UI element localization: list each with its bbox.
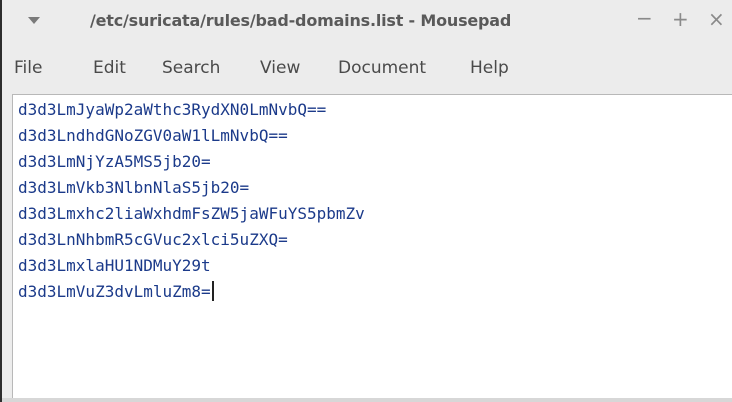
minimize-button[interactable]: − [636,8,653,28]
menu-document[interactable]: Document [338,58,426,78]
editor-line[interactable]: d3d3LndhdGNoZGV0aW1lLmNvbQ== [18,123,732,149]
menu-search[interactable]: Search [162,58,220,78]
line-text: d3d3LndhdGNoZGV0aW1lLmNvbQ== [18,126,288,145]
line-text: d3d3LmVkb3NlbnNlaS5jb20= [18,178,250,197]
menu-file[interactable]: File [14,58,42,78]
editor-line[interactable]: d3d3LmJyaWp2aWthc3RydXN0LmNvbQ== [18,97,732,123]
title-bar[interactable]: /etc/suricata/rules/bad-domains.list - M… [2,0,732,46]
line-text: d3d3LmNjYzA5MS5jb20= [18,152,211,171]
menu-help[interactable]: Help [470,58,509,78]
menu-view[interactable]: View [260,58,300,78]
line-text: d3d3LmxlaHU1NDMuY29t [18,256,211,275]
text-editor-area[interactable]: d3d3LmJyaWp2aWthc3RydXN0LmNvbQ== d3d3Lnd… [12,94,732,398]
line-text: d3d3LmJyaWp2aWthc3RydXN0LmNvbQ== [18,100,327,119]
editor-line[interactable]: d3d3LmxlaHU1NDMuY29t [18,253,732,279]
maximize-button[interactable]: + [672,9,689,29]
line-text: d3d3LnNhbmR5cGVuc2xlci5uZXQ= [18,230,288,249]
line-text: d3d3Lmxhc2liaWxhdmFsZW5jaWFuYS5pbmZv [18,204,365,223]
editor-line[interactable]: d3d3LnNhbmR5cGVuc2xlci5uZXQ= [18,227,732,253]
text-cursor [211,281,214,301]
bottom-edge [2,398,732,402]
close-button[interactable]: × [708,9,725,29]
menu-edit[interactable]: Edit [93,58,126,78]
line-text: d3d3LmVuZ3dvLmluZm8= [18,282,211,301]
editor-line[interactable]: d3d3LmVkb3NlbnNlaS5jb20= [18,175,732,201]
editor-line[interactable]: d3d3LmVuZ3dvLmluZm8= [18,279,732,305]
editor-line[interactable]: d3d3Lmxhc2liaWxhdmFsZW5jaWFuYS5pbmZv [18,201,732,227]
menu-bar: File Edit Search View Document Help [2,46,732,92]
editor-line[interactable]: d3d3LmNjYzA5MS5jb20= [18,149,732,175]
window-menu-icon[interactable] [28,17,40,24]
mousepad-window: /etc/suricata/rules/bad-domains.list - M… [0,0,732,402]
window-title: /etc/suricata/rules/bad-domains.list - M… [90,11,512,30]
